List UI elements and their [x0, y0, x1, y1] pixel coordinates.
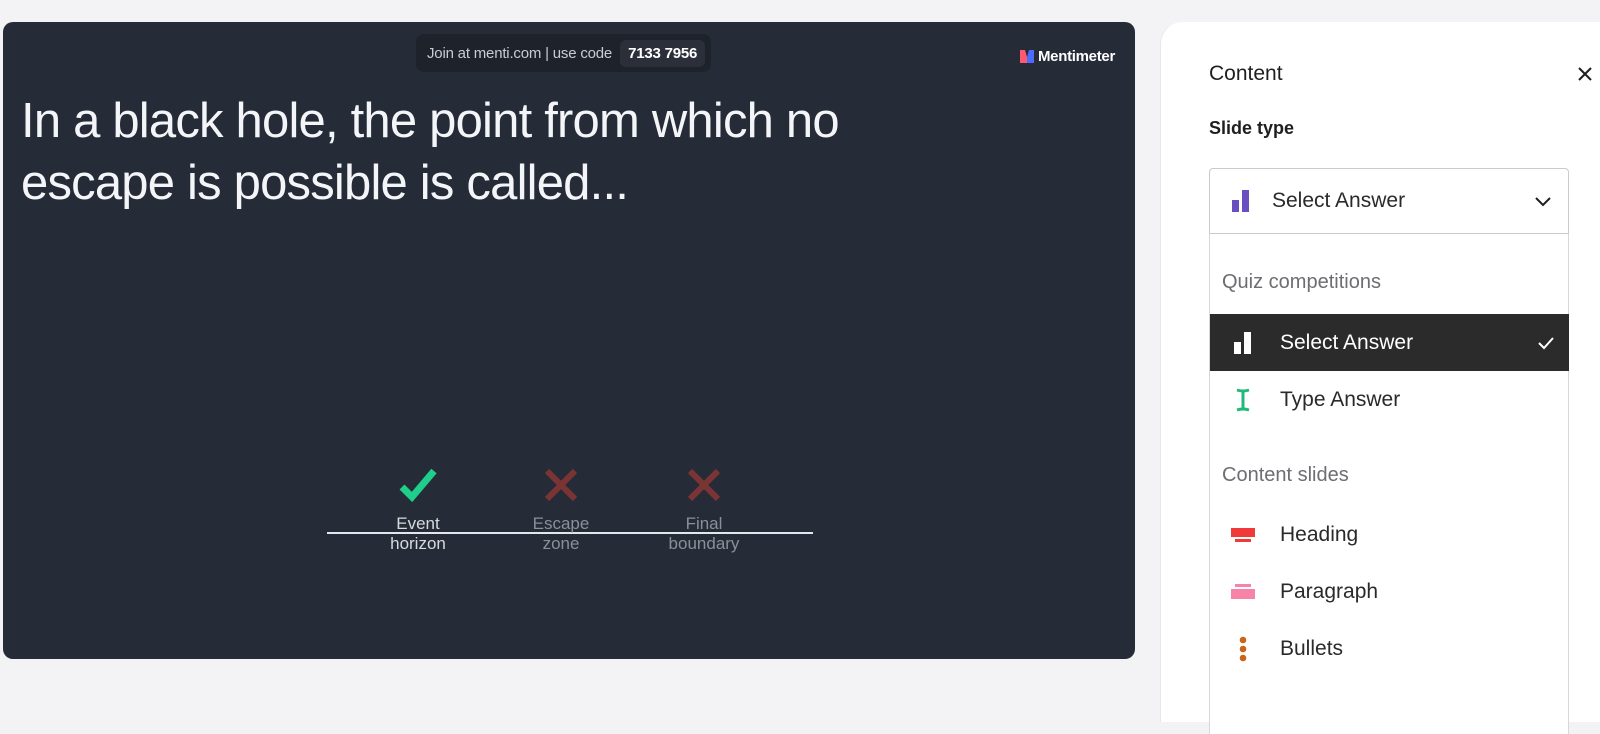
group-heading-content: Content slides [1222, 464, 1349, 486]
group-heading-quiz: Quiz competitions [1222, 271, 1381, 293]
chevron-down-icon [1535, 197, 1551, 207]
text-cursor-icon [1236, 388, 1250, 411]
bar-chart-icon [1234, 331, 1251, 354]
join-text: Join at menti.com | use code [427, 44, 613, 62]
bullets-icon [1239, 636, 1247, 661]
answer-label: Escape [532, 514, 590, 533]
select-value: Select Answer [1272, 189, 1406, 212]
close-button[interactable] [1573, 62, 1597, 86]
option-label: Bullets [1280, 636, 1344, 660]
check-icon [399, 468, 437, 503]
cross-icon [544, 468, 578, 502]
answer-results: Event horizon Escape zone Final boundary [327, 459, 813, 579]
answer-label: Event [396, 514, 440, 533]
join-code: 7133 7956 [620, 39, 706, 67]
bar-chart-icon [1232, 190, 1249, 212]
mentimeter-logo: Mentimeter [1019, 48, 1115, 65]
content-panel: Content Slide type Select Answer Quiz co… [1160, 22, 1600, 734]
question-text: In a black hole, the point from which no… [21, 94, 840, 210]
option-select-answer[interactable]: Select Answer [1210, 314, 1569, 371]
close-icon [1578, 67, 1592, 81]
join-instructions: Join at menti.com | use code 7133 7956 [416, 34, 712, 72]
check-icon [1538, 336, 1554, 349]
answer-label: boundary [668, 534, 740, 553]
answer-label: zone [542, 534, 580, 553]
answer-option: Final boundary [631, 459, 777, 554]
option-label: Type Answer [1280, 387, 1401, 411]
option-label: Select Answer [1280, 330, 1414, 354]
mentimeter-logo-icon [1019, 50, 1034, 63]
option-type-answer[interactable]: Type Answer [1210, 371, 1569, 428]
option-label: Paragraph [1280, 579, 1379, 603]
paragraph-icon [1231, 583, 1255, 599]
cross-icon [687, 468, 721, 502]
answer-label: Final [685, 514, 723, 533]
option-heading[interactable]: Heading [1210, 506, 1569, 563]
answer-option: Event horizon [345, 459, 491, 554]
slide-preview: Join at menti.com | use code 7133 7956 M… [3, 22, 1135, 659]
slide-type-select[interactable]: Select Answer [1209, 168, 1569, 234]
answer-label: horizon [390, 534, 446, 553]
slide-type-label: Slide type [1209, 118, 1295, 138]
slide-type-dropdown: Quiz competitions Select Answer Type Ans… [1209, 234, 1569, 734]
option-paragraph[interactable]: Paragraph [1210, 563, 1569, 620]
option-bullets[interactable]: Bullets [1210, 620, 1569, 677]
answer-option: Escape zone [488, 459, 634, 554]
option-label: Heading [1280, 522, 1359, 546]
brand-name: Mentimeter [1037, 48, 1115, 65]
panel-title: Content [1209, 62, 1283, 85]
heading-icon [1231, 527, 1255, 542]
